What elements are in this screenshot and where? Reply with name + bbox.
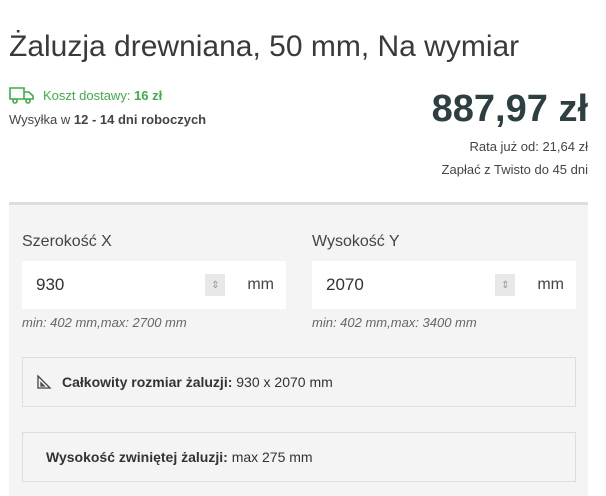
height-label: Wysokość Y xyxy=(312,233,400,250)
height-value[interactable]: 2070 xyxy=(326,275,495,295)
rolled-height-box: Wysokość zwiniętej żaluzji: max 275 mm xyxy=(22,432,576,482)
twisto-info: Zapłać z Twisto do 45 dni xyxy=(441,162,588,177)
height-unit: mm xyxy=(537,276,564,293)
installment-info: Rata już od: 21,64 zł xyxy=(469,139,588,154)
width-unit: mm xyxy=(247,276,274,293)
price: 887,97 zł xyxy=(431,88,588,130)
width-spinner-icon[interactable]: ⇕ xyxy=(205,274,226,296)
rolled-height-label: Wysokość zwiniętej żaluzji: xyxy=(46,449,228,465)
total-size-value: 930 x 2070 mm xyxy=(236,374,333,390)
width-hint: min: 402 mm,max: 2700 mm xyxy=(22,315,187,330)
total-size-box: Całkowity rozmiar żaluzji: 930 x 2070 mm xyxy=(22,357,576,407)
height-spinner-icon[interactable]: ⇕ xyxy=(495,274,516,296)
shipping-info: Koszt dostawy: 16 zł Wysyłka w 12 - 14 d… xyxy=(9,86,206,127)
product-title: Żaluzja drewniana, 50 mm, Na wymiar xyxy=(9,30,520,64)
height-hint: min: 402 mm,max: 3400 mm xyxy=(312,315,477,330)
height-input[interactable]: 2070 ⇕ mm xyxy=(312,261,576,309)
width-input[interactable]: 930 ⇕ mm xyxy=(22,261,286,309)
set-square-icon xyxy=(37,374,52,389)
total-size-label: Całkowity rozmiar żaluzji: xyxy=(62,374,233,390)
dimensions-panel: Szerokość X 930 ⇕ mm min: 402 mm,max: 2700… xyxy=(9,202,588,496)
width-value[interactable]: 930 xyxy=(36,275,205,295)
shipping-cost: 16 zł xyxy=(134,87,163,103)
shipping-cost-label: Koszt dostawy: xyxy=(43,87,131,103)
width-label: Szerokość X xyxy=(22,233,112,250)
dispatch-time: 12 - 14 dni roboczych xyxy=(73,112,207,127)
price-block: 887,97 zł Rata już od: 21,64 zł Zapłać z… xyxy=(432,88,588,177)
rolled-height-value: max 275 mm xyxy=(231,449,313,465)
dispatch-prefix: Wysyłka w xyxy=(9,112,71,127)
truck-icon xyxy=(9,87,34,104)
